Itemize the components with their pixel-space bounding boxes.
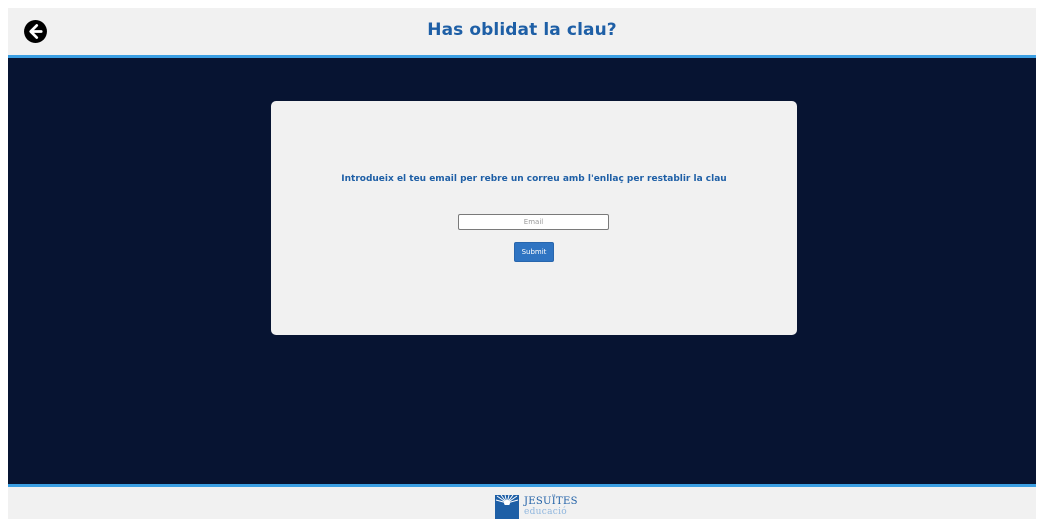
- page-title: Has oblidat la clau?: [427, 20, 617, 40]
- email-field[interactable]: [458, 214, 609, 230]
- app-frame: Has oblidat la clau? Introdueix el teu e…: [8, 8, 1036, 519]
- main-area: Introdueix el teu email per rebre un cor…: [8, 58, 1036, 484]
- jesuites-logo-icon: [495, 495, 519, 519]
- logo-subtitle: educació: [524, 507, 568, 517]
- jesuites-logo: JESUÏTES educació: [495, 495, 585, 519]
- reset-password-card: Introdueix el teu email per rebre un cor…: [271, 101, 797, 335]
- footer: JESUÏTES educació: [8, 484, 1036, 519]
- logo-name: JESUÏTES: [524, 496, 578, 507]
- top-bar: Has oblidat la clau?: [8, 8, 1036, 58]
- instruction-text: Introdueix el teu email per rebre un cor…: [341, 174, 727, 184]
- submit-button[interactable]: Submit: [514, 242, 554, 262]
